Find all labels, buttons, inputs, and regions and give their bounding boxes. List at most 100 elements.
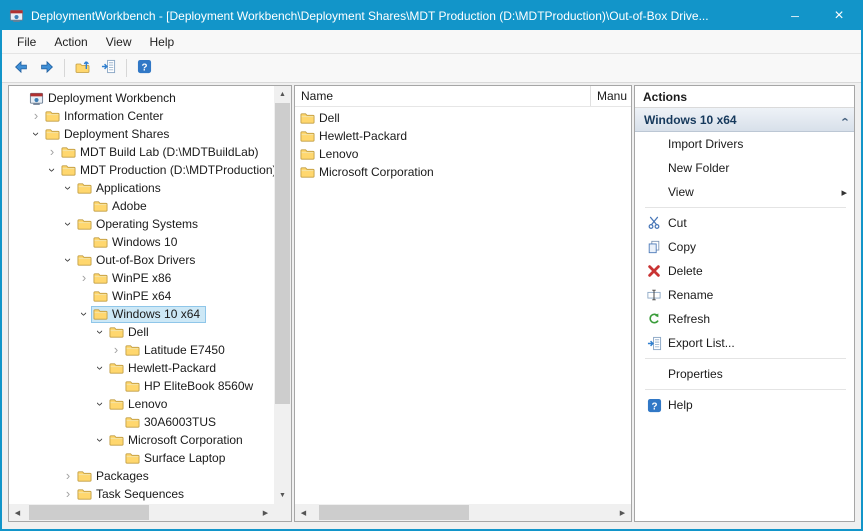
up-one-level-button[interactable]	[71, 57, 94, 80]
tree-item-winpe-x86[interactable]: ›WinPE x86	[9, 269, 274, 287]
tree-node[interactable]: Dell	[107, 324, 155, 341]
chevron-collapsed-icon[interactable]: ›	[77, 271, 91, 285]
tree-horizontal-scrollbar[interactable]	[9, 504, 274, 521]
tree-node[interactable]: Out-of-Box Drivers	[75, 252, 201, 269]
chevron-collapsed-icon[interactable]: ›	[109, 343, 123, 357]
action-new-folder[interactable]: New Folder	[635, 156, 854, 180]
list-item-dell[interactable]: Dell	[295, 109, 631, 127]
scroll-left-button[interactable]	[295, 504, 312, 521]
tree-node[interactable]: Operating Systems	[75, 216, 204, 233]
menu-view[interactable]: View	[97, 31, 141, 53]
action-view[interactable]: View	[635, 180, 854, 204]
tree-node[interactable]: MDT Build Lab (D:\MDTBuildLab)	[59, 144, 265, 161]
tree-node[interactable]: HP EliteBook 8560w	[123, 378, 259, 395]
chevron-collapsed-icon[interactable]: ›	[61, 469, 75, 483]
tree-item-windows-10-x64[interactable]: ›Windows 10 x64	[9, 305, 274, 323]
tree-node[interactable]: Microsoft Corporation	[107, 432, 249, 449]
tree-item-mdt-build-lab-d-mdtbuildlab[interactable]: ›MDT Build Lab (D:\MDTBuildLab)	[9, 143, 274, 161]
tree-node[interactable]: Packages	[75, 468, 155, 485]
chevron-collapsed-icon[interactable]: ›	[29, 109, 43, 123]
tree-item-information-center[interactable]: ›Information Center	[9, 107, 274, 125]
tree-node[interactable]: WinPE x64	[91, 288, 177, 305]
action-import-drivers[interactable]: Import Drivers	[635, 132, 854, 156]
tree-vertical-scrollbar[interactable]	[274, 86, 291, 504]
tree-node[interactable]: Deployment Workbench	[27, 90, 182, 107]
column-header-name[interactable]: Name	[295, 86, 591, 106]
chevron-expanded-icon[interactable]: ›	[93, 361, 107, 375]
action-export-list[interactable]: Export List...	[635, 331, 854, 355]
scroll-down-button[interactable]	[274, 487, 291, 504]
tree-item-mdt-production-d-mdtproduction[interactable]: ›MDT Production (D:\MDTProduction)	[9, 161, 274, 179]
action-rename[interactable]: Rename	[635, 283, 854, 307]
scroll-up-button[interactable]	[274, 86, 291, 103]
tree-item-deployment-shares[interactable]: ›Deployment Shares	[9, 125, 274, 143]
tree-item-packages[interactable]: ›Packages	[9, 467, 274, 485]
export-list-button[interactable]	[97, 57, 120, 80]
forward-button[interactable]	[35, 57, 58, 80]
vertical-scroll-thumb[interactable]	[275, 103, 290, 404]
chevron-expanded-icon[interactable]: ›	[93, 325, 107, 339]
action-copy[interactable]: Copy	[635, 235, 854, 259]
list-horizontal-scrollbar[interactable]	[295, 504, 631, 521]
column-header-manufacturer[interactable]: Manu	[591, 86, 631, 106]
tree-node[interactable]: Task Sequences	[75, 486, 190, 503]
tree-item-latitude-e7450[interactable]: ›Latitude E7450	[9, 341, 274, 359]
close-button[interactable]	[817, 2, 861, 30]
tree-node[interactable]: Windows 10 x64	[91, 306, 206, 323]
tree-node[interactable]: Applications	[75, 180, 167, 197]
tree-item-task-sequences[interactable]: ›Task Sequences	[9, 485, 274, 503]
tree-node[interactable]: Deployment Shares	[43, 126, 175, 143]
list-item-lenovo[interactable]: Lenovo	[295, 145, 631, 163]
action-refresh[interactable]: Refresh	[635, 307, 854, 331]
chevron-expanded-icon[interactable]: ›	[77, 307, 91, 321]
tree-node[interactable]: Latitude E7450	[123, 342, 231, 359]
tree-item-hp-elitebook-8560w[interactable]: HP EliteBook 8560w	[9, 377, 274, 395]
menu-help[interactable]: Help	[141, 31, 184, 53]
tree-item-adobe[interactable]: Adobe	[9, 197, 274, 215]
chevron-expanded-icon[interactable]: ›	[61, 181, 75, 195]
chevron-expanded-icon[interactable]: ›	[45, 163, 59, 177]
scroll-right-button[interactable]	[614, 504, 631, 521]
tree-node[interactable]: Lenovo	[107, 396, 173, 413]
minimize-button[interactable]	[773, 2, 817, 30]
tree-node[interactable]: Information Center	[43, 108, 169, 125]
horizontal-scroll-thumb[interactable]	[29, 505, 149, 520]
tree-item-applications[interactable]: ›Applications	[9, 179, 274, 197]
tree-node[interactable]: Surface Laptop	[123, 450, 231, 467]
chevron-expanded-icon[interactable]: ›	[61, 253, 75, 267]
tree-item-windows-10[interactable]: Windows 10	[9, 233, 274, 251]
chevron-expanded-icon[interactable]: ›	[61, 217, 75, 231]
menu-action[interactable]: Action	[45, 31, 96, 53]
tree-node[interactable]: MDT Production (D:\MDTProduction)	[59, 162, 274, 179]
chevron-expanded-icon[interactable]: ›	[93, 433, 107, 447]
scroll-left-button[interactable]	[9, 504, 26, 521]
tree-item-out-of-box-drivers[interactable]: ›Out-of-Box Drivers	[9, 251, 274, 269]
help-button[interactable]: ?	[133, 57, 156, 80]
tree-item-microsoft-corporation[interactable]: ›Microsoft Corporation	[9, 431, 274, 449]
tree-item-hewlett-packard[interactable]: ›Hewlett-Packard	[9, 359, 274, 377]
tree-node[interactable]: Windows 10	[91, 234, 183, 251]
actions-group-windows-10-x64[interactable]: Windows 10 x64	[635, 108, 854, 132]
tree-node[interactable]: Hewlett-Packard	[107, 360, 222, 377]
tree-item-surface-laptop[interactable]: Surface Laptop	[9, 449, 274, 467]
chevron-collapsed-icon[interactable]: ›	[45, 145, 59, 159]
chevron-expanded-icon[interactable]: ›	[93, 397, 107, 411]
back-button[interactable]	[9, 57, 32, 80]
action-cut[interactable]: Cut	[635, 211, 854, 235]
list-item-hewlett-packard[interactable]: Hewlett-Packard	[295, 127, 631, 145]
chevron-expanded-icon[interactable]: ›	[29, 127, 43, 141]
tree-item-lenovo[interactable]: ›Lenovo	[9, 395, 274, 413]
scroll-right-button[interactable]	[257, 504, 274, 521]
horizontal-scroll-thumb[interactable]	[319, 505, 469, 520]
tree-item-operating-systems[interactable]: ›Operating Systems	[9, 215, 274, 233]
tree-item-30a6003tus[interactable]: 30A6003TUS	[9, 413, 274, 431]
tree-item-deployment-workbench[interactable]: Deployment Workbench	[9, 89, 274, 107]
tree-item-winpe-x64[interactable]: WinPE x64	[9, 287, 274, 305]
workbench-app-icon[interactable]	[9, 8, 25, 24]
chevron-collapsed-icon[interactable]: ›	[61, 487, 75, 501]
tree-node[interactable]: Adobe	[91, 198, 153, 215]
action-properties[interactable]: Properties	[635, 362, 854, 386]
menu-file[interactable]: File	[8, 31, 45, 53]
tree-node[interactable]: WinPE x86	[91, 270, 177, 287]
chevron-up-icon[interactable]	[836, 117, 851, 121]
